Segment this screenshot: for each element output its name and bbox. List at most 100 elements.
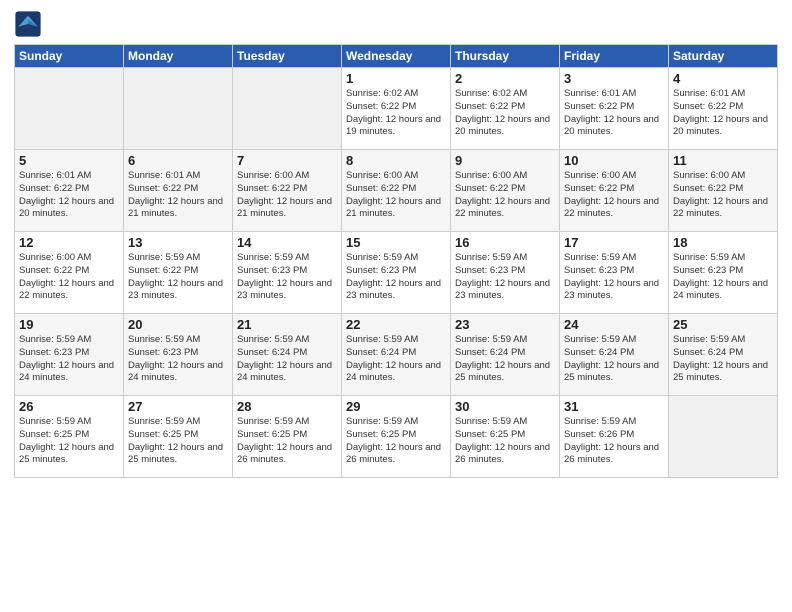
day-info: Sunrise: 5:59 AM Sunset: 6:22 PM Dayligh… [128, 252, 228, 303]
day-number: 21 [237, 317, 337, 332]
calendar-cell: 18 Sunrise: 5:59 AM Sunset: 6:23 PM Dayli… [669, 232, 778, 314]
calendar-cell: 20 Sunrise: 5:59 AM Sunset: 6:23 PM Dayli… [124, 314, 233, 396]
logo [14, 10, 44, 38]
calendar-cell: 1 Sunrise: 6:02 AM Sunset: 6:22 PM Daylig… [342, 68, 451, 150]
day-info: Sunrise: 5:59 AM Sunset: 6:24 PM Dayligh… [673, 334, 773, 385]
calendar-header-row: SundayMondayTuesdayWednesdayThursdayFrid… [15, 45, 778, 68]
calendar-cell: 27 Sunrise: 5:59 AM Sunset: 6:25 PM Dayli… [124, 396, 233, 478]
day-number: 11 [673, 153, 773, 168]
day-info: Sunrise: 5:59 AM Sunset: 6:23 PM Dayligh… [673, 252, 773, 303]
day-number: 22 [346, 317, 446, 332]
day-info: Sunrise: 5:59 AM Sunset: 6:25 PM Dayligh… [455, 416, 555, 467]
day-number: 19 [19, 317, 119, 332]
calendar-week-row: 5 Sunrise: 6:01 AM Sunset: 6:22 PM Daylig… [15, 150, 778, 232]
calendar-cell [124, 68, 233, 150]
day-number: 14 [237, 235, 337, 250]
day-of-week-header: Thursday [451, 45, 560, 68]
day-number: 24 [564, 317, 664, 332]
day-number: 20 [128, 317, 228, 332]
day-number: 7 [237, 153, 337, 168]
calendar-cell: 9Sunrise: 6:00 AM Sunset: 6:22 PM Daylig… [451, 150, 560, 232]
day-number: 26 [19, 399, 119, 414]
day-number: 1 [346, 71, 446, 86]
calendar-cell: 11Sunrise: 6:00 AM Sunset: 6:22 PM Dayli… [669, 150, 778, 232]
calendar-cell: 28Sunrise: 5:59 AM Sunset: 6:25 PM Dayli… [233, 396, 342, 478]
day-number: 29 [346, 399, 446, 414]
calendar-week-row: 1 Sunrise: 6:02 AM Sunset: 6:22 PM Daylig… [15, 68, 778, 150]
day-number: 10 [564, 153, 664, 168]
calendar-cell: 24 Sunrise: 5:59 AM Sunset: 6:24 PM Dayli… [560, 314, 669, 396]
day-info: Sunrise: 5:59 AM Sunset: 6:25 PM Dayligh… [346, 416, 446, 467]
calendar-cell: 25 Sunrise: 5:59 AM Sunset: 6:24 PM Dayli… [669, 314, 778, 396]
calendar-week-row: 19 Sunrise: 5:59 AM Sunset: 6:23 PM Dayli… [15, 314, 778, 396]
day-info: Sunrise: 5:59 AM Sunset: 6:23 PM Dayligh… [346, 252, 446, 303]
calendar-cell: 22 Sunrise: 5:59 AM Sunset: 6:24 PM Dayli… [342, 314, 451, 396]
calendar-cell: 31 Sunrise: 5:59 AM Sunset: 6:26 PM Dayli… [560, 396, 669, 478]
day-info: Sunrise: 5:59 AM Sunset: 6:23 PM Dayligh… [237, 252, 337, 303]
day-info: Sunrise: 5:59 AM Sunset: 6:23 PM Dayligh… [19, 334, 119, 385]
calendar-cell [15, 68, 124, 150]
calendar-cell [233, 68, 342, 150]
calendar-cell: 16 Sunrise: 5:59 AM Sunset: 6:23 PM Dayli… [451, 232, 560, 314]
calendar-cell: 23Sunrise: 5:59 AM Sunset: 6:24 PM Dayli… [451, 314, 560, 396]
calendar-cell: 10 Sunrise: 6:00 AM Sunset: 6:22 PM Dayli… [560, 150, 669, 232]
day-number: 2 [455, 71, 555, 86]
day-info: Sunrise: 6:01 AM Sunset: 6:22 PM Dayligh… [673, 88, 773, 139]
day-of-week-header: Sunday [15, 45, 124, 68]
calendar-cell: 4 Sunrise: 6:01 AM Sunset: 6:22 PM Daylig… [669, 68, 778, 150]
day-number: 13 [128, 235, 228, 250]
day-number: 3 [564, 71, 664, 86]
day-of-week-header: Monday [124, 45, 233, 68]
day-number: 16 [455, 235, 555, 250]
day-number: 30 [455, 399, 555, 414]
day-info: Sunrise: 5:59 AM Sunset: 6:23 PM Dayligh… [564, 252, 664, 303]
calendar-table: SundayMondayTuesdayWednesdayThursdayFrid… [14, 44, 778, 478]
calendar-cell: 14 Sunrise: 5:59 AM Sunset: 6:23 PM Dayli… [233, 232, 342, 314]
day-info: Sunrise: 5:59 AM Sunset: 6:25 PM Dayligh… [128, 416, 228, 467]
calendar-week-row: 12Sunrise: 6:00 AM Sunset: 6:22 PM Dayli… [15, 232, 778, 314]
page-header [14, 10, 778, 38]
calendar-cell: 12Sunrise: 6:00 AM Sunset: 6:22 PM Dayli… [15, 232, 124, 314]
calendar-cell: 29 Sunrise: 5:59 AM Sunset: 6:25 PM Dayli… [342, 396, 451, 478]
calendar-week-row: 26 Sunrise: 5:59 AM Sunset: 6:25 PM Dayli… [15, 396, 778, 478]
day-info: Sunrise: 6:01 AM Sunset: 6:22 PM Dayligh… [19, 170, 119, 221]
day-number: 17 [564, 235, 664, 250]
day-of-week-header: Saturday [669, 45, 778, 68]
day-info: Sunrise: 6:02 AM Sunset: 6:22 PM Dayligh… [455, 88, 555, 139]
day-of-week-header: Tuesday [233, 45, 342, 68]
calendar-cell: 13 Sunrise: 5:59 AM Sunset: 6:22 PM Dayli… [124, 232, 233, 314]
day-number: 27 [128, 399, 228, 414]
day-number: 18 [673, 235, 773, 250]
day-number: 5 [19, 153, 119, 168]
calendar-cell: 21 Sunrise: 5:59 AM Sunset: 6:24 PM Dayli… [233, 314, 342, 396]
day-info: Sunrise: 5:59 AM Sunset: 6:25 PM Dayligh… [19, 416, 119, 467]
day-info: Sunrise: 5:59 AM Sunset: 6:23 PM Dayligh… [128, 334, 228, 385]
day-info: Sunrise: 5:59 AM Sunset: 6:24 PM Dayligh… [564, 334, 664, 385]
day-info: Sunrise: 6:00 AM Sunset: 6:22 PM Dayligh… [455, 170, 555, 221]
day-info: Sunrise: 6:00 AM Sunset: 6:22 PM Dayligh… [237, 170, 337, 221]
calendar-cell: 5 Sunrise: 6:01 AM Sunset: 6:22 PM Daylig… [15, 150, 124, 232]
day-info: Sunrise: 5:59 AM Sunset: 6:24 PM Dayligh… [237, 334, 337, 385]
calendar-cell: 2 Sunrise: 6:02 AM Sunset: 6:22 PM Daylig… [451, 68, 560, 150]
day-info: Sunrise: 5:59 AM Sunset: 6:24 PM Dayligh… [455, 334, 555, 385]
calendar-cell: 26 Sunrise: 5:59 AM Sunset: 6:25 PM Dayli… [15, 396, 124, 478]
day-info: Sunrise: 5:59 AM Sunset: 6:26 PM Dayligh… [564, 416, 664, 467]
day-info: Sunrise: 5:59 AM Sunset: 6:23 PM Dayligh… [455, 252, 555, 303]
calendar-cell: 6Sunrise: 6:01 AM Sunset: 6:22 PM Daylig… [124, 150, 233, 232]
day-info: Sunrise: 6:02 AM Sunset: 6:22 PM Dayligh… [346, 88, 446, 139]
day-number: 4 [673, 71, 773, 86]
calendar-cell: 19 Sunrise: 5:59 AM Sunset: 6:23 PM Dayli… [15, 314, 124, 396]
logo-icon [14, 10, 42, 38]
page-container: SundayMondayTuesdayWednesdayThursdayFrid… [0, 0, 792, 612]
calendar-cell [669, 396, 778, 478]
day-number: 31 [564, 399, 664, 414]
day-info: Sunrise: 6:01 AM Sunset: 6:22 PM Dayligh… [128, 170, 228, 221]
day-of-week-header: Wednesday [342, 45, 451, 68]
day-info: Sunrise: 6:00 AM Sunset: 6:22 PM Dayligh… [346, 170, 446, 221]
day-info: Sunrise: 6:00 AM Sunset: 6:22 PM Dayligh… [19, 252, 119, 303]
day-info: Sunrise: 5:59 AM Sunset: 6:24 PM Dayligh… [346, 334, 446, 385]
day-of-week-header: Friday [560, 45, 669, 68]
day-number: 25 [673, 317, 773, 332]
day-number: 15 [346, 235, 446, 250]
day-info: Sunrise: 6:00 AM Sunset: 6:22 PM Dayligh… [564, 170, 664, 221]
